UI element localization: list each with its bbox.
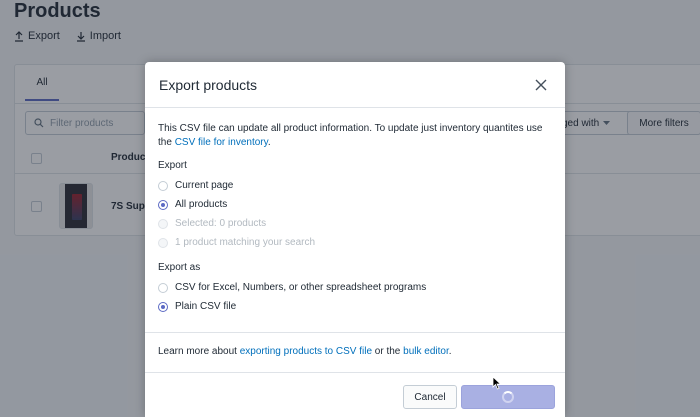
cancel-button[interactable]: Cancel [403,385,457,409]
modal-header: Export products [145,62,565,108]
intro-text: This CSV file can update all product inf… [158,122,552,150]
export-button-loading[interactable] [461,385,555,409]
intro-text-end: . [267,137,271,148]
modal-title: Export products [159,76,258,93]
export-option-current-page[interactable]: Current page [158,176,552,195]
learn-more-suffix: . [448,346,452,357]
learn-more-prefix: Learn more about [158,346,240,357]
radio-button[interactable] [158,180,168,191]
radio-button-disabled [158,218,168,229]
radio-button-disabled [158,237,168,248]
export-option-label: Selected: 0 products [175,218,267,229]
close-icon [535,79,547,90]
inventory-csv-link[interactable]: CSV file for inventory [175,137,268,148]
exporting-products-link[interactable]: exporting products to CSV file [240,346,372,357]
export-as-section-label: Export as [158,262,201,273]
footer-divider [145,372,565,373]
export-option-label: All products [175,199,228,210]
export-option-label: Current page [175,180,234,191]
export-option-matching-search: 1 product matching your search [158,233,552,252]
learn-more-text: Learn more about exporting products to C… [158,346,452,357]
radio-button-checked[interactable] [158,301,168,312]
modal-body: This CSV file can update all product inf… [145,108,565,316]
learn-more-divider [145,332,565,333]
learn-more-middle: or the [372,346,404,357]
loading-spinner-icon [502,391,514,403]
mouse-cursor-icon [492,376,502,390]
radio-button-checked[interactable] [158,199,168,210]
export-option-all-products[interactable]: All products [158,195,552,214]
export-products-modal: Export products This CSV file can update… [145,62,565,417]
export-as-option-plain-csv[interactable]: Plain CSV file [158,297,552,316]
export-as-option-label: Plain CSV file [175,301,237,312]
export-as-option-label: CSV for Excel, Numbers, or other spreads… [175,282,427,293]
export-section-label: Export [158,160,187,171]
bulk-editor-link[interactable]: bulk editor [403,346,449,357]
export-as-option-excel-csv[interactable]: CSV for Excel, Numbers, or other spreads… [158,278,552,297]
radio-button[interactable] [158,282,168,293]
close-button[interactable] [531,75,551,95]
export-option-label: 1 product matching your search [175,237,316,248]
export-option-selected: Selected: 0 products [158,214,552,233]
